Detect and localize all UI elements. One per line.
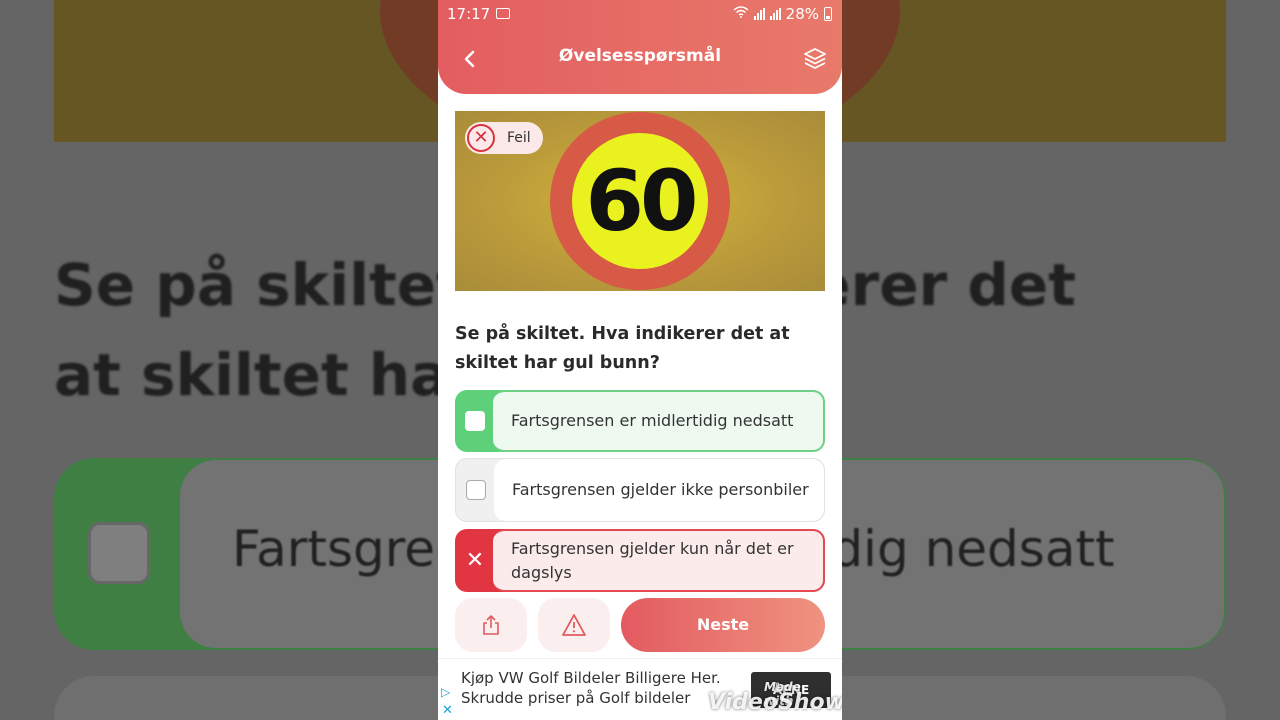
checkbox[interactable] <box>466 480 486 500</box>
close-icon: ✕ <box>465 548 485 573</box>
report-button[interactable] <box>538 598 610 652</box>
option-label: Fartsgrensen er midlertidig nedsatt <box>493 390 825 452</box>
signal-icon-2 <box>769 8 781 20</box>
layers-button[interactable] <box>802 46 828 72</box>
ad-headline: Kjøp VW Golf Bildeler Billigere Her. <box>461 669 721 687</box>
battery-icon <box>824 7 832 21</box>
ad-close-icon[interactable]: ✕ <box>442 703 453 718</box>
option-marker: ✕ <box>455 529 495 592</box>
status-time: 17:17 <box>447 5 491 23</box>
share-icon <box>483 615 499 635</box>
option-marker <box>456 459 496 521</box>
close-circle-icon: ✕ <box>467 124 495 152</box>
option-label: Fartsgrensen gjelder kun når det er dags… <box>493 529 825 592</box>
speed-sign-image: 60 ✕ Feil <box>455 111 825 291</box>
wifi-icon <box>733 6 749 22</box>
watermark-logo-text: VideoShow <box>708 690 842 715</box>
result-label: Feil <box>507 130 531 146</box>
option-label: Fartsgrensen gjelder ikke personbiler <box>494 459 824 521</box>
answer-option-wrong[interactable]: ✕ Fartsgrensen gjelder kun når det er da… <box>455 529 825 592</box>
phone-screen: 17:17 28% Øvelsesspørsmål 60 ✕ Feil Se p… <box>438 0 842 720</box>
option-marker <box>455 390 495 452</box>
layers-icon <box>804 48 826 69</box>
status-bar: 17:17 28% <box>438 0 842 28</box>
warning-icon <box>562 614 586 636</box>
app-header: 17:17 28% Øvelsesspørsmål <box>438 0 842 94</box>
ad-description: Skrudde priser på Golf bildeler <box>461 689 691 707</box>
answer-option[interactable]: Fartsgrensen gjelder ikke personbiler <box>455 458 825 522</box>
next-button[interactable]: Neste <box>621 598 825 652</box>
sign-yellow-center: 60 <box>572 133 708 269</box>
page-title: Øvelsesspørsmål <box>558 46 722 66</box>
question-text: Se på skiltet. Hva indikerer det at skil… <box>455 324 790 373</box>
result-badge: ✕ Feil <box>465 122 543 154</box>
ad-choices-icon[interactable]: ▷ <box>441 685 450 699</box>
battery-percent: 28% <box>785 5 819 23</box>
checkbox[interactable] <box>465 411 485 431</box>
answer-option-correct[interactable]: Fartsgrensen er midlertidig nedsatt <box>455 390 825 452</box>
status-indicators: 28% <box>733 5 832 23</box>
gallery-icon <box>496 8 510 19</box>
sign-number: 60 <box>585 152 699 250</box>
signal-icon <box>753 8 765 20</box>
share-button[interactable] <box>455 598 527 652</box>
